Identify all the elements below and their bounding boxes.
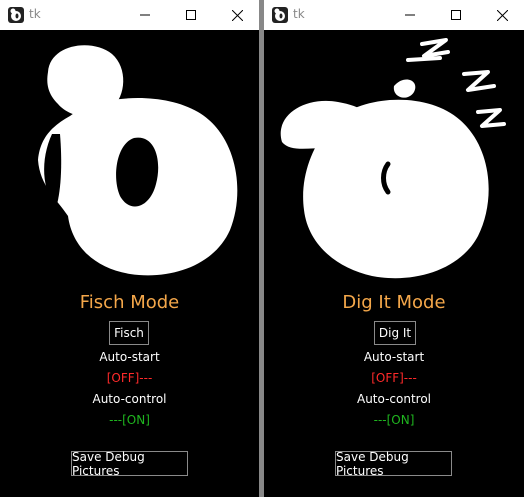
auto-start-status[interactable]: [OFF]--- xyxy=(0,371,259,385)
window-title: tk xyxy=(293,7,305,21)
auto-control-status[interactable]: ---[ON] xyxy=(0,413,259,427)
maximize-button[interactable] xyxy=(434,0,478,30)
title-bar[interactable]: tk xyxy=(264,0,524,30)
auto-control-label: Auto-control xyxy=(92,392,167,406)
window-dig-it: tk Dig It Mode Dig It Auto-start [OFF]--… xyxy=(264,0,524,497)
auto-start-label: Auto-start xyxy=(99,350,160,364)
fisch-mascot-image xyxy=(38,45,238,276)
save-debug-pictures-button[interactable]: Save Debug Pictures xyxy=(335,450,452,478)
maximize-icon xyxy=(451,10,461,20)
maximize-button[interactable] xyxy=(169,0,213,30)
auto-start-status[interactable]: [OFF]--- xyxy=(264,371,524,385)
window-title: tk xyxy=(29,7,41,21)
mode-title: Dig It Mode xyxy=(342,292,446,313)
title-bar[interactable]: tk xyxy=(0,0,259,30)
minimize-button[interactable] xyxy=(123,0,167,30)
save-debug-pictures-button[interactable]: Save Debug Pictures xyxy=(71,450,188,478)
mode-title: Fisch Mode xyxy=(79,292,180,313)
auto-control-label: Auto-control xyxy=(356,392,431,406)
dig-it-mascot-image xyxy=(280,38,506,279)
close-button[interactable] xyxy=(480,0,524,30)
close-button[interactable] xyxy=(215,0,259,30)
maximize-icon xyxy=(186,10,196,20)
window-fisch: tk Fisch Mode Fisch Auto-start [OFF]--- … xyxy=(0,0,259,497)
minimize-icon xyxy=(140,14,150,16)
close-icon xyxy=(496,9,508,21)
auto-control-status[interactable]: ---[ON] xyxy=(264,413,524,427)
app-icon xyxy=(8,7,24,23)
app-icon xyxy=(272,7,288,23)
close-icon xyxy=(231,9,243,21)
minimize-icon xyxy=(405,14,415,16)
auto-start-label: Auto-start xyxy=(363,350,425,364)
dig-it-mode-button[interactable]: Dig It xyxy=(374,321,416,345)
minimize-button[interactable] xyxy=(388,0,432,30)
fisch-mode-button[interactable]: Fisch xyxy=(109,321,149,345)
